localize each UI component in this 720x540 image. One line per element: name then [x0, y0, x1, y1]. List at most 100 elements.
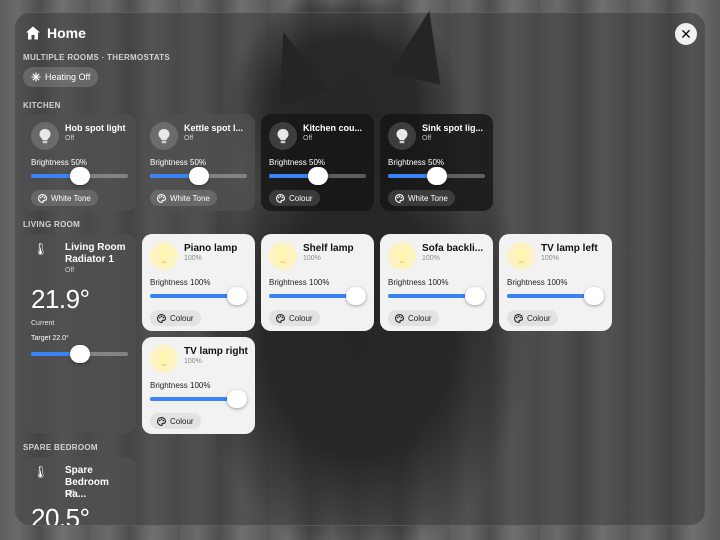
- light-mode-button[interactable]: White Tone: [388, 190, 455, 206]
- light-state: 100%: [541, 255, 559, 262]
- palette-icon: [157, 416, 166, 426]
- light-mode-button[interactable]: Colour: [150, 413, 201, 429]
- section-kitchen: KITCHEN: [23, 101, 61, 110]
- light-name: Hob spot light: [65, 123, 126, 133]
- target-slider[interactable]: [31, 345, 128, 363]
- light-name: Piano lamp: [184, 243, 238, 254]
- light-name: Kettle spot l...: [184, 123, 244, 133]
- brightness-slider[interactable]: [388, 167, 485, 185]
- brightness-slider-knob[interactable]: [465, 287, 485, 305]
- light-mode-button[interactable]: Colour: [269, 310, 320, 326]
- brightness-slider[interactable]: [269, 167, 366, 185]
- palette-icon: [276, 313, 285, 323]
- light-mode-button[interactable]: Colour: [150, 310, 201, 326]
- light-name: Shelf lamp: [303, 243, 354, 254]
- light-card-kitchen-counter[interactable]: Kitchen cou... Off Brightness 50% Colour: [261, 114, 374, 211]
- palette-icon: [395, 193, 404, 203]
- lightbulb-toggle[interactable]: [388, 122, 416, 150]
- lightbulb-toggle[interactable]: [150, 242, 178, 270]
- palette-icon: [157, 313, 166, 323]
- palette-icon: [514, 313, 523, 323]
- light-mode-label: White Tone: [408, 193, 448, 203]
- light-card-shelf-lamp[interactable]: Shelf lamp 100% Brightness 100% Colour: [261, 234, 374, 331]
- light-name: Sofa backli...: [422, 243, 484, 254]
- section-living-room: LIVING ROOM: [23, 220, 81, 229]
- thermostat-name: Spare Bedroom Ra...: [65, 465, 109, 500]
- palette-icon: [157, 193, 166, 203]
- lightbulb-toggle[interactable]: [150, 122, 178, 150]
- light-mode-label: Colour: [170, 313, 194, 323]
- lightbulb-toggle[interactable]: [31, 122, 59, 150]
- brightness-label: Brightness 50%: [388, 158, 445, 167]
- lightbulb-toggle[interactable]: [388, 242, 416, 270]
- close-button[interactable]: ✕: [675, 23, 697, 45]
- light-name: TV lamp right: [184, 346, 248, 357]
- lightbulb-icon: [158, 129, 170, 144]
- brightness-slider-knob[interactable]: [227, 287, 247, 305]
- lightbulb-icon: [39, 129, 51, 144]
- light-mode-label: Colour: [170, 416, 194, 426]
- light-card-tv-lamp-right[interactable]: TV lamp right 100% Brightness 100% Colou…: [142, 337, 255, 434]
- lightbulb-icon: [277, 249, 289, 264]
- lightbulb-toggle[interactable]: [269, 122, 297, 150]
- brightness-slider[interactable]: [150, 287, 247, 305]
- thermometer-icon: 🌡: [33, 242, 49, 256]
- heat-icon: [31, 72, 41, 82]
- lightbulb-toggle[interactable]: [150, 345, 178, 373]
- light-mode-label: Colour: [408, 313, 432, 323]
- thermostat-card-living-room[interactable]: 🌡 Living Room Radiator 1 Off 21.9° Curre…: [23, 234, 136, 433]
- lightbulb-toggle[interactable]: [507, 242, 535, 270]
- lightbulb-icon: [396, 129, 408, 144]
- light-name: Kitchen cou...: [303, 123, 363, 133]
- light-name: TV lamp left: [541, 243, 598, 254]
- light-card-piano-lamp[interactable]: Piano lamp 100% Brightness 100% Colour: [142, 234, 255, 331]
- brightness-label: Brightness 100%: [507, 278, 568, 287]
- lightbulb-icon: [515, 249, 527, 264]
- thermostat-state: Off: [65, 267, 75, 274]
- light-state: Off: [422, 135, 432, 142]
- light-card-hob-spot[interactable]: Hob spot light Off Brightness 50% White …: [23, 114, 136, 211]
- home-panel: Home ✕ MULTIPLE ROOMS · THERMOSTATS Heat…: [14, 12, 706, 526]
- light-mode-button[interactable]: White Tone: [150, 190, 217, 206]
- current-label: Current: [31, 320, 55, 327]
- brightness-label: Brightness 50%: [269, 158, 326, 167]
- brightness-slider-knob[interactable]: [346, 287, 366, 305]
- brightness-slider-knob[interactable]: [69, 167, 90, 185]
- light-card-sink-spot[interactable]: Sink spot lig... Off Brightness 50% Whit…: [380, 114, 493, 211]
- heating-off-button[interactable]: Heating Off: [23, 67, 99, 87]
- thermostat-card-spare-bedroom[interactable]: 🌡 Spare Bedroom Ra... Off 20.5°: [23, 457, 136, 526]
- target-slider-knob[interactable]: [69, 345, 90, 363]
- brightness-slider[interactable]: [507, 287, 604, 305]
- light-card-tv-lamp-left[interactable]: TV lamp left 100% Brightness 100% Colour: [499, 234, 612, 331]
- light-mode-button[interactable]: Colour: [507, 310, 558, 326]
- light-state: Off: [184, 135, 194, 142]
- brightness-slider[interactable]: [150, 390, 247, 408]
- page-title: Home: [47, 25, 86, 41]
- light-mode-label: Colour: [289, 313, 313, 323]
- brightness-slider[interactable]: [31, 167, 128, 185]
- brightness-label: Brightness 100%: [150, 278, 211, 287]
- light-state: Off: [65, 135, 75, 142]
- light-card-kettle-spot[interactable]: Kettle spot l... Off Brightness 50% Whit…: [142, 114, 255, 211]
- brightness-slider-knob[interactable]: [426, 167, 447, 185]
- light-mode-button[interactable]: Colour: [388, 310, 439, 326]
- lightbulb-toggle[interactable]: [269, 242, 297, 270]
- lightbulb-icon: [158, 352, 170, 367]
- light-mode-button[interactable]: White Tone: [31, 190, 98, 206]
- brightness-slider[interactable]: [150, 167, 247, 185]
- section-multiple-rooms: MULTIPLE ROOMS · THERMOSTATS: [23, 53, 171, 62]
- palette-icon: [38, 193, 47, 203]
- heating-off-label: Heating Off: [45, 72, 91, 82]
- light-state: Off: [303, 135, 313, 142]
- current-temperature: 20.5°: [31, 503, 90, 526]
- brightness-slider-knob[interactable]: [227, 390, 247, 408]
- brightness-slider-knob[interactable]: [307, 167, 328, 185]
- brightness-slider[interactable]: [269, 287, 366, 305]
- light-mode-button[interactable]: Colour: [269, 190, 320, 206]
- brightness-slider-knob[interactable]: [188, 167, 209, 185]
- light-card-sofa-backlight[interactable]: Sofa backli... 100% Brightness 100% Colo…: [380, 234, 493, 331]
- palette-icon: [276, 193, 285, 203]
- brightness-slider-knob[interactable]: [584, 287, 604, 305]
- brightness-slider[interactable]: [388, 287, 485, 305]
- light-state: 100%: [184, 255, 202, 262]
